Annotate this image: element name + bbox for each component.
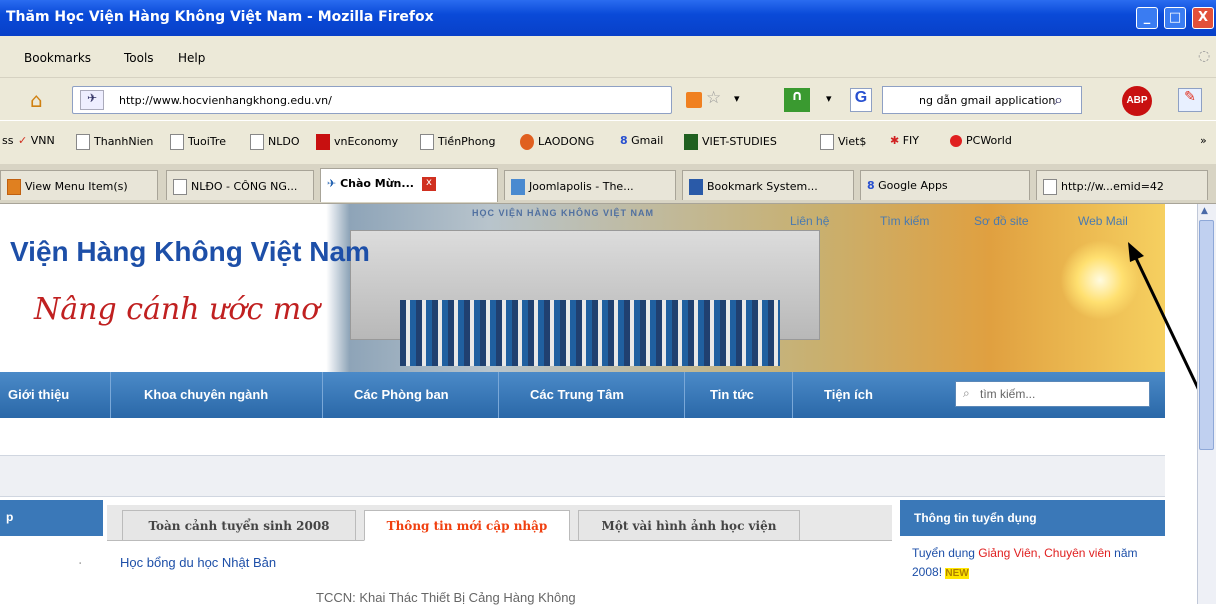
- news-link[interactable]: Học bổng du học Nhật Bản: [120, 555, 276, 570]
- nav-divider: [792, 372, 793, 418]
- extension-icon[interactable]: ∩: [784, 88, 810, 112]
- tab-chao-mung[interactable]: ✈ Chào Mừn... x: [320, 168, 498, 202]
- scroll-up-icon[interactable]: ▲: [1201, 206, 1208, 216]
- dropdown-icon[interactable]: ▾: [826, 92, 832, 105]
- search-icon: ⌕: [963, 386, 970, 400]
- bookmark-gmail[interactable]: 8 Gmail: [620, 134, 663, 147]
- page-icon: [689, 179, 703, 195]
- throbber-icon: ◌: [1198, 48, 1211, 64]
- bookmark-vneconomy[interactable]: vnEconomy: [316, 134, 398, 150]
- right-column-header: Thông tin tuyển dụng: [900, 500, 1165, 536]
- tab-view-menu-items[interactable]: View Menu Item(s): [0, 170, 158, 200]
- joomla-icon: [511, 179, 525, 195]
- nav-gioi-thieu[interactable]: Giới thiệu: [8, 387, 69, 402]
- search-icon[interactable]: ⌕: [1054, 90, 1063, 110]
- tab-http[interactable]: http://w...emid=42: [1036, 170, 1208, 200]
- news-link[interactable]: TCCN: Khai Thác Thiết Bị Cảng Hàng Không: [316, 590, 576, 605]
- nav-divider: [322, 372, 323, 418]
- nav-cac-phong-ban[interactable]: Các Phòng ban: [354, 387, 449, 402]
- vneconomy-icon: [316, 134, 330, 150]
- bookmark-fiy[interactable]: ✱ FIY: [890, 134, 919, 147]
- tab-google-apps[interactable]: 8 Google Apps: [860, 170, 1030, 200]
- nav-divider: [498, 372, 499, 418]
- link-so-do-site[interactable]: Sơ đồ site: [974, 214, 1029, 228]
- link-tim-kiem[interactable]: Tìm kiếm: [880, 214, 929, 228]
- menu-help[interactable]: Help: [178, 51, 205, 65]
- banner-caption: HỌC VIỆN HÀNG KHÔNG VIỆT NAM: [472, 208, 655, 218]
- menu-bookmarks[interactable]: Bookmarks: [24, 51, 91, 65]
- edit-icon[interactable]: ✎: [1178, 88, 1202, 112]
- bookmark-viets[interactable]: Viet$: [820, 134, 866, 150]
- nav-khoa-chuyen-nganh[interactable]: Khoa chuyên ngành: [144, 387, 268, 402]
- bookmarks-overflow-icon[interactable]: »: [1200, 134, 1207, 147]
- url-bar[interactable]: http://www.hocvienhangkhong.edu.vn/: [72, 86, 672, 114]
- home-icon[interactable]: ⌂: [30, 88, 43, 112]
- tab-joomlapolis[interactable]: Joomlapolis - The...: [504, 170, 676, 200]
- star-icon[interactable]: ☆: [706, 88, 721, 108]
- minimize-button[interactable]: _: [1136, 7, 1158, 29]
- new-badge: NEW: [945, 568, 969, 579]
- vs-icon: [684, 134, 698, 150]
- page-icon: [7, 179, 21, 195]
- page-icon: [76, 134, 90, 150]
- maximize-button[interactable]: □: [1164, 7, 1186, 29]
- bookmark-nldo[interactable]: NLDO: [250, 134, 300, 150]
- link-lien-he[interactable]: Liên hệ: [790, 214, 829, 228]
- title-bar: Thăm Học Viện Hàng Không Việt Nam - Mozi…: [0, 0, 1216, 36]
- nav-tin-tuc[interactable]: Tin tức: [710, 387, 754, 402]
- link-web-mail[interactable]: Web Mail: [1078, 214, 1128, 228]
- bookmark-tienphong[interactable]: TiềnPhong: [420, 134, 495, 150]
- bookmark-pcworld[interactable]: PCWorld: [950, 134, 1012, 147]
- tab-nldo[interactable]: NLĐO - CÔNG NG...: [166, 170, 314, 200]
- scrollbar-thumb[interactable]: [1199, 220, 1214, 450]
- adblock-icon[interactable]: ABP: [1122, 86, 1152, 116]
- page-icon: [820, 134, 834, 150]
- bookmark-tuoitre[interactable]: TuoiTre: [170, 134, 226, 150]
- left-column-header: p: [0, 500, 103, 536]
- nav-divider: [684, 372, 685, 418]
- tab-hinh-anh-hoc-vien[interactable]: Một vài hình ảnh học viện: [578, 510, 800, 541]
- site-title: Viện Hàng Không Việt Nam: [10, 236, 370, 267]
- nav-divider: [110, 372, 111, 418]
- bullet-icon: ·: [78, 556, 83, 572]
- tab-bookmark-system[interactable]: Bookmark System...: [682, 170, 854, 200]
- close-tab-icon[interactable]: x: [421, 177, 436, 191]
- recruitment-text[interactable]: Tuyển dụng Giảng Viên, Chuyên viên năm 2…: [912, 544, 1152, 582]
- dropdown-icon[interactable]: ▾: [734, 92, 740, 105]
- search-input[interactable]: ng dẫn gmail application: [882, 86, 1082, 114]
- bookmark-ss[interactable]: ss: [2, 134, 13, 147]
- page-icon: [1043, 179, 1057, 195]
- page-icon: [250, 134, 264, 150]
- pcworld-icon: [950, 135, 962, 147]
- bookmark-thanhnien[interactable]: ThanhNien: [76, 134, 153, 150]
- bookmark-laodong[interactable]: LAODONG: [520, 134, 594, 150]
- page-icon: [420, 134, 434, 150]
- tab-toan-canh-tuyen-sinh[interactable]: Toàn cảnh tuyển sinh 2008: [122, 510, 356, 541]
- search-engine-icon[interactable]: G: [850, 88, 872, 112]
- close-button[interactable]: X: [1192, 7, 1214, 29]
- nav-tien-ich[interactable]: Tiện ích: [824, 387, 873, 402]
- bookmark-viet-studies[interactable]: VIET-STUDIES: [684, 134, 777, 150]
- site-search-input[interactable]: ⌕ tìm kiếm...: [955, 381, 1150, 407]
- page-icon: [173, 179, 187, 195]
- page-icon: [170, 134, 184, 150]
- group-photo: [400, 300, 780, 366]
- slogan: Nâng cánh ước mơ: [34, 292, 320, 327]
- bookmark-vnn[interactable]: ✓ VNN: [18, 134, 55, 147]
- site-identity-icon[interactable]: ✈: [80, 90, 104, 110]
- laodong-icon: [520, 134, 534, 150]
- nav-cac-trung-tam[interactable]: Các Trung Tâm: [530, 387, 624, 402]
- menu-tools[interactable]: Tools: [124, 51, 154, 65]
- window-title: Thăm Học Viện Hàng Không Việt Nam - Mozi…: [6, 9, 434, 25]
- tab-thong-tin-moi[interactable]: Thông tin mới cập nhập: [364, 510, 570, 541]
- rss-icon[interactable]: [686, 92, 702, 108]
- left-header-label: p: [6, 510, 14, 524]
- content-bar: [0, 455, 1165, 497]
